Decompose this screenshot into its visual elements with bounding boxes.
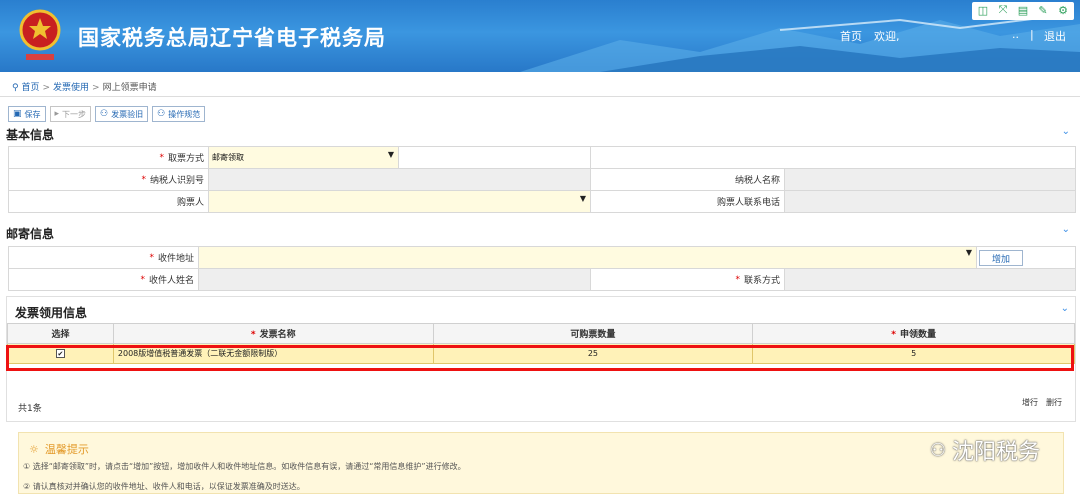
fullscreen-icon[interactable]: ⤧ xyxy=(996,3,1010,17)
buyer-select[interactable]: ▼ xyxy=(208,191,590,212)
pickup-method-label: * 取票方式 xyxy=(8,147,208,168)
address-label: * 收件地址 xyxy=(8,247,198,268)
table-header-row: 选择 * 发票名称 可购票数量 * 申领数量 xyxy=(7,323,1075,344)
contact-label: * 联系方式 xyxy=(590,269,784,290)
delete-row-button[interactable]: 删行 xyxy=(1046,397,1062,408)
mail-info-collapse-chevron-icon[interactable]: ⌄ xyxy=(1062,224,1070,235)
column-header-select: 选择 xyxy=(7,323,114,344)
column-header-requested: * 申领数量 xyxy=(752,323,1075,344)
address-select[interactable]: ▼ xyxy=(198,247,976,268)
users-icon: ⚇ xyxy=(157,109,166,119)
empty-cell xyxy=(398,147,590,168)
header-user-name: .. xyxy=(1012,28,1019,41)
tips-header: ☼ 温馨提示 xyxy=(29,442,89,457)
edit-icon[interactable]: ✎ xyxy=(1036,3,1050,17)
tip-line-2: ② 请认真核对并确认您的收件地址、收件人和电话，以保证发票准确及时送达。 xyxy=(23,482,305,491)
breadcrumb-current: 网上领票申请 xyxy=(102,83,157,93)
dropdown-arrow-icon: ▼ xyxy=(387,150,394,159)
next-step-button[interactable]: ▸ 下一步 xyxy=(49,106,92,122)
highlight-outline xyxy=(6,345,1074,371)
record-count: 共1条 xyxy=(18,404,42,414)
mail-info-form: * 收件地址 ▼ 增加 * 收件人姓名 * 联系方式 xyxy=(8,246,1076,291)
wechat-watermark: ⚇ 沈阳税务 xyxy=(929,439,1040,466)
recipient-label: * 收件人姓名 xyxy=(8,269,198,290)
form-row: * 取票方式 邮寄领取 ▼ xyxy=(8,147,1076,169)
dropdown-arrow-icon: ▼ xyxy=(579,194,586,203)
site-title: 国家税务总局辽宁省电子税务局 xyxy=(78,26,386,50)
column-header-invoice-name: * 发票名称 xyxy=(112,323,434,344)
invoice-info-title: 发票领用信息 xyxy=(15,306,88,320)
recipient-field xyxy=(198,269,590,290)
lightbulb-icon: ☼ xyxy=(29,442,39,456)
breadcrumb-divider xyxy=(0,96,1080,97)
toolbar: ▣ 保存 ▸ 下一步 ⚇ 发票验旧 ⚇ 操作规范 xyxy=(8,106,206,122)
header-divider: | xyxy=(1030,28,1034,41)
basic-info-title: 基本信息 xyxy=(6,128,55,142)
add-button-cell: 增加 xyxy=(976,247,1076,268)
empty-cell xyxy=(590,147,1076,168)
add-row-button[interactable]: 增行 xyxy=(1022,397,1038,408)
play-arrow-icon: ▸ xyxy=(54,109,60,119)
print-icon[interactable]: ▤ xyxy=(1016,3,1030,17)
contact-field xyxy=(784,269,1076,290)
header-welcome-text: 欢迎, xyxy=(874,30,900,43)
dropdown-arrow-icon: ▼ xyxy=(965,248,972,257)
breadcrumb: ⚲ 首页 > 发票使用 > 网上领票申请 xyxy=(12,83,157,93)
taxpayer-name-label: 纳税人名称 xyxy=(590,169,784,190)
site-header: 国家税务总局辽宁省电子税务局 首页 欢迎, .. | 退出 ◫ ⤧ ▤ ✎ ⚙ xyxy=(0,0,1080,72)
save-button[interactable]: ▣ 保存 xyxy=(8,106,46,122)
add-address-button[interactable]: 增加 xyxy=(979,250,1023,266)
column-header-available: 可购票数量 xyxy=(432,323,754,344)
basic-info-collapse-chevron-icon[interactable]: ⌄ xyxy=(1062,126,1070,137)
breadcrumb-home[interactable]: 首页 xyxy=(21,83,39,93)
header-home-link[interactable]: 首页 xyxy=(840,28,862,44)
users-icon: ⚇ xyxy=(100,109,109,119)
taxpayer-name-field xyxy=(784,169,1076,190)
tax-emblem-logo xyxy=(19,9,61,60)
buyer-label: 购票人 xyxy=(8,191,208,212)
window-icon[interactable]: ◫ xyxy=(976,3,990,17)
save-icon: ▣ xyxy=(13,109,22,119)
location-pin-icon: ⚲ xyxy=(12,83,19,93)
row-actions: 增行 删行 xyxy=(1022,397,1062,408)
form-row: * 收件人姓名 * 联系方式 xyxy=(8,269,1076,291)
taxpayer-id-label: * 纳税人识别号 xyxy=(8,169,208,190)
pickup-method-select[interactable]: 邮寄领取 ▼ xyxy=(208,147,398,168)
tips-panel: ☼ 温馨提示 ① 选择“邮寄领取”时，请点击“增加”按钮，增加收件人和收件地址信… xyxy=(18,432,1064,494)
invoice-verify-button[interactable]: ⚇ 发票验旧 xyxy=(95,106,149,122)
form-row: 购票人 ▼ 购票人联系电话 xyxy=(8,191,1076,213)
header-tool-icons: ◫ ⤧ ▤ ✎ ⚙ xyxy=(972,2,1074,20)
buyer-phone-label: 购票人联系电话 xyxy=(590,191,784,212)
logout-link[interactable]: 退出 xyxy=(1044,28,1066,44)
breadcrumb-invoice-usage[interactable]: 发票使用 xyxy=(53,83,89,93)
basic-info-form: * 取票方式 邮寄领取 ▼ * 纳税人识别号 纳税人名称 购票人 ▼ 购票人联系电话 xyxy=(8,146,1076,213)
tip-line-1: ① 选择“邮寄领取”时，请点击“增加”按钮，增加收件人和收件地址信息。如收件信息… xyxy=(23,462,466,471)
settings-gear-icon[interactable]: ⚙ xyxy=(1056,3,1070,17)
operation-guide-button[interactable]: ⚇ 操作规范 xyxy=(152,106,206,122)
buyer-phone-field xyxy=(784,191,1076,212)
taxpayer-id-field xyxy=(208,169,590,190)
form-row: * 纳税人识别号 纳税人名称 xyxy=(8,169,1076,191)
mail-info-title: 邮寄信息 xyxy=(6,227,55,241)
form-row: * 收件地址 ▼ 增加 xyxy=(8,247,1076,269)
invoice-info-collapse-chevron-icon[interactable]: ⌄ xyxy=(1061,303,1069,314)
wechat-icon: ⚇ xyxy=(929,439,946,461)
